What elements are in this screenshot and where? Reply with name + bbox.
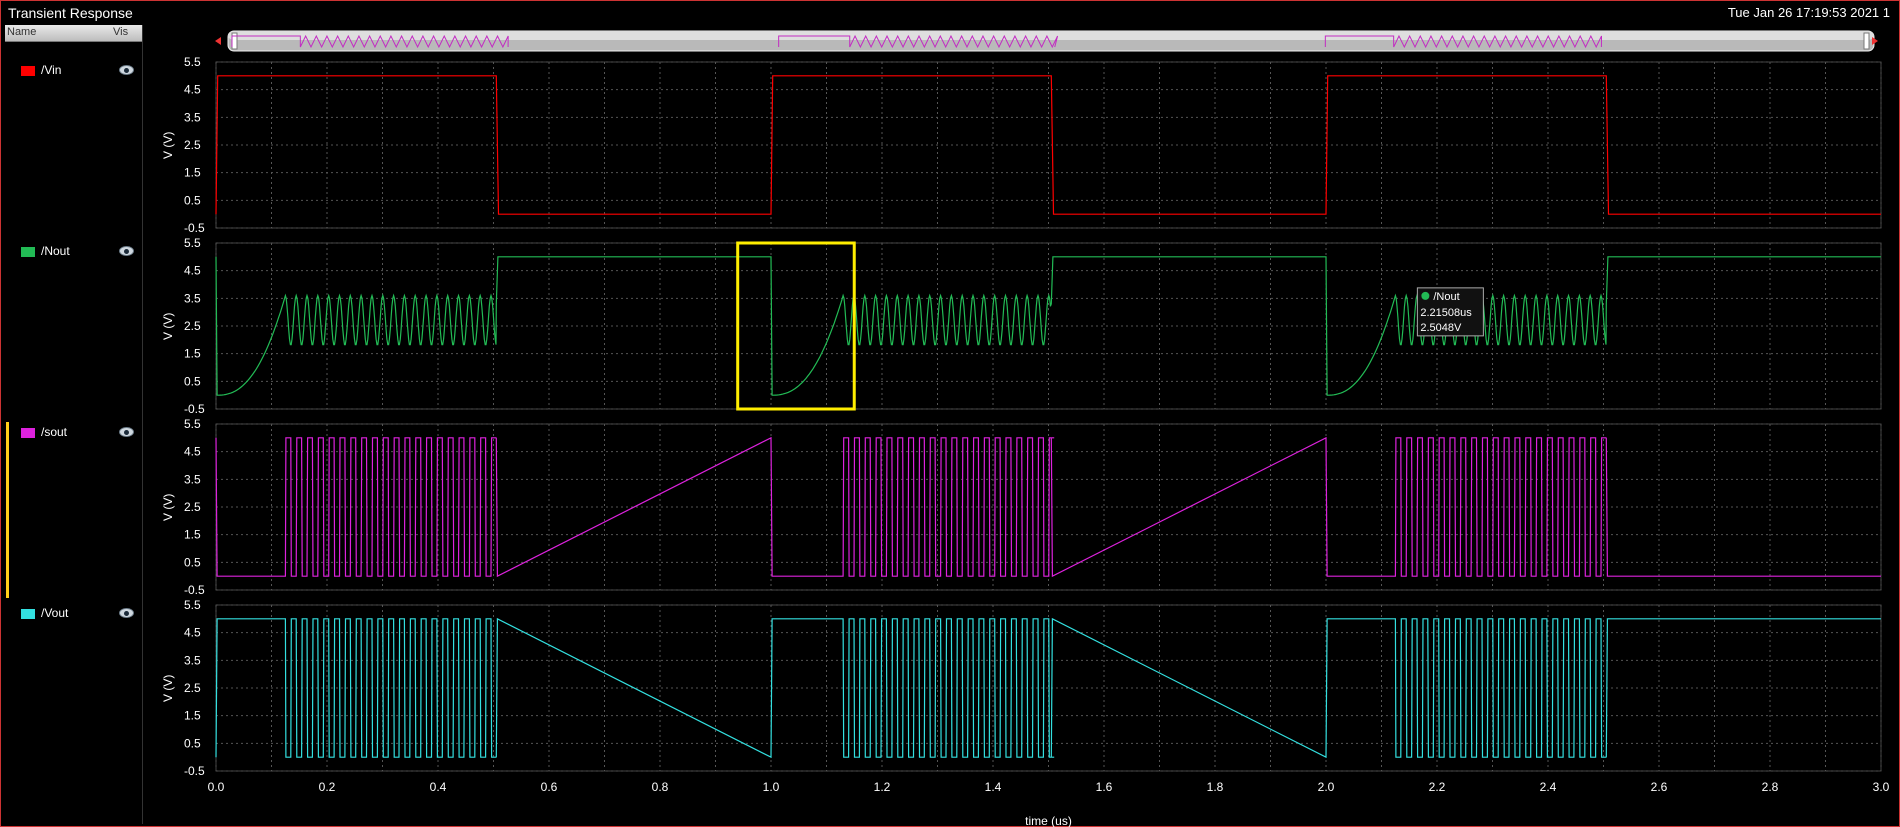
x-tick-label: 0.6 (541, 780, 558, 794)
x-tick-label: 0.2 (319, 780, 336, 794)
y-tick-label: 1.5 (184, 528, 201, 542)
y-tick-label: 1.5 (184, 347, 201, 361)
x-tick-label: 3.0 (1873, 780, 1890, 794)
y-tick-label: 5.5 (184, 417, 201, 431)
y-tick-label: -0.5 (184, 764, 205, 778)
y-tick-label: 3.5 (184, 110, 201, 124)
y-tick-label: 0.5 (184, 555, 201, 569)
y-tick-label: 2.5 (184, 319, 201, 333)
y-tick-label: -0.5 (184, 583, 205, 597)
marker-time: 2.21508us (1420, 307, 1472, 319)
y-tick-label: 5.5 (184, 236, 201, 250)
y-tick-label: 2.5 (184, 681, 201, 695)
x-tick-label: 2.6 (1651, 780, 1668, 794)
x-tick-label: 0.4 (430, 780, 447, 794)
y-tick-label: -0.5 (184, 402, 205, 416)
y-tick-label: 0.5 (184, 736, 201, 750)
y-tick-label: 1.5 (184, 709, 201, 723)
y-tick-label: 0.5 (184, 374, 201, 388)
y-axis-label: V (V) (161, 675, 175, 702)
y-tick-label: -0.5 (184, 221, 205, 235)
y-tick-label: 2.5 (184, 500, 201, 514)
y-tick-label: 3.5 (184, 653, 201, 667)
y-tick-label: 0.5 (184, 193, 201, 207)
y-tick-label: 3.5 (184, 291, 201, 305)
y-tick-label: 1.5 (184, 166, 201, 180)
y-tick-label: 3.5 (184, 472, 201, 486)
marker-tooltip: /Nout 2.21508us 2.5048V (1416, 287, 1484, 337)
marker-trace: /Nout (1433, 291, 1459, 303)
y-axis-label: V (V) (161, 494, 175, 521)
x-tick-label: 0.8 (652, 780, 669, 794)
x-axis-label: time (us) (1025, 814, 1072, 827)
y-tick-label: 4.5 (184, 264, 201, 278)
y-tick-label: 4.5 (184, 83, 201, 97)
x-tick-label: 2.0 (1318, 780, 1335, 794)
x-tick-label: 2.2 (1429, 780, 1446, 794)
x-tick-label: 2.8 (1762, 780, 1779, 794)
y-axis-label: V (V) (161, 313, 175, 340)
x-tick-label: 1.4 (985, 780, 1002, 794)
y-tick-label: 4.5 (184, 626, 201, 640)
x-tick-label: 1.0 (763, 780, 780, 794)
waveform-plot[interactable]: 5.5 4.5 3.5 2.5 1.5 0.5 -0.5 V (V) 5.5 4.5 3.5 2.5 1… (0, 0, 1900, 827)
marker-dot (1421, 291, 1430, 300)
y-tick-label: 5.5 (184, 55, 201, 69)
x-tick-label: 1.2 (874, 780, 891, 794)
x-tick-label: 1.6 (1096, 780, 1113, 794)
x-tick-label: 2.4 (1540, 780, 1557, 794)
y-tick-label: 5.5 (184, 598, 201, 612)
x-tick-label: 1.8 (1207, 780, 1224, 794)
y-tick-label: 2.5 (184, 138, 201, 152)
y-axis-label: V (V) (161, 132, 175, 159)
marker-value: 2.5048V (1420, 322, 1462, 334)
x-tick-label: 0.0 (208, 780, 225, 794)
y-tick-label: 4.5 (184, 445, 201, 459)
